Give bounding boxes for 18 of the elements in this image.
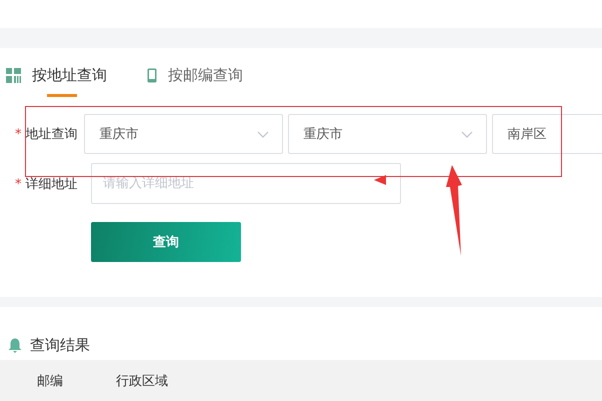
select-field[interactable]: 重庆市 bbox=[84, 114, 282, 154]
arrowhead-icon bbox=[374, 175, 386, 185]
field-label: * 地址查询 bbox=[15, 126, 78, 143]
field-label: * 详细地址 bbox=[15, 176, 78, 192]
bell-icon bbox=[8, 338, 22, 353]
column-header: 邮编 bbox=[37, 372, 63, 390]
chevron-icon bbox=[460, 130, 472, 138]
chevron-icon bbox=[256, 130, 268, 138]
section-title: 查询结果 bbox=[30, 336, 90, 355]
select-field[interactable]: 重庆市 bbox=[288, 114, 486, 154]
grid-icon bbox=[6, 68, 21, 82]
tab[interactable]: 按地址查询 bbox=[6, 63, 107, 97]
select-field[interactable]: 南岸区 bbox=[492, 114, 602, 154]
column-header: 行政区域 bbox=[116, 372, 168, 390]
tab[interactable]: 按邮编查询 bbox=[147, 63, 243, 97]
search-button[interactable]: 查询 bbox=[91, 222, 241, 262]
input-field[interactable]: 请输入详细地址 bbox=[91, 163, 401, 204]
phone-icon bbox=[147, 68, 157, 82]
